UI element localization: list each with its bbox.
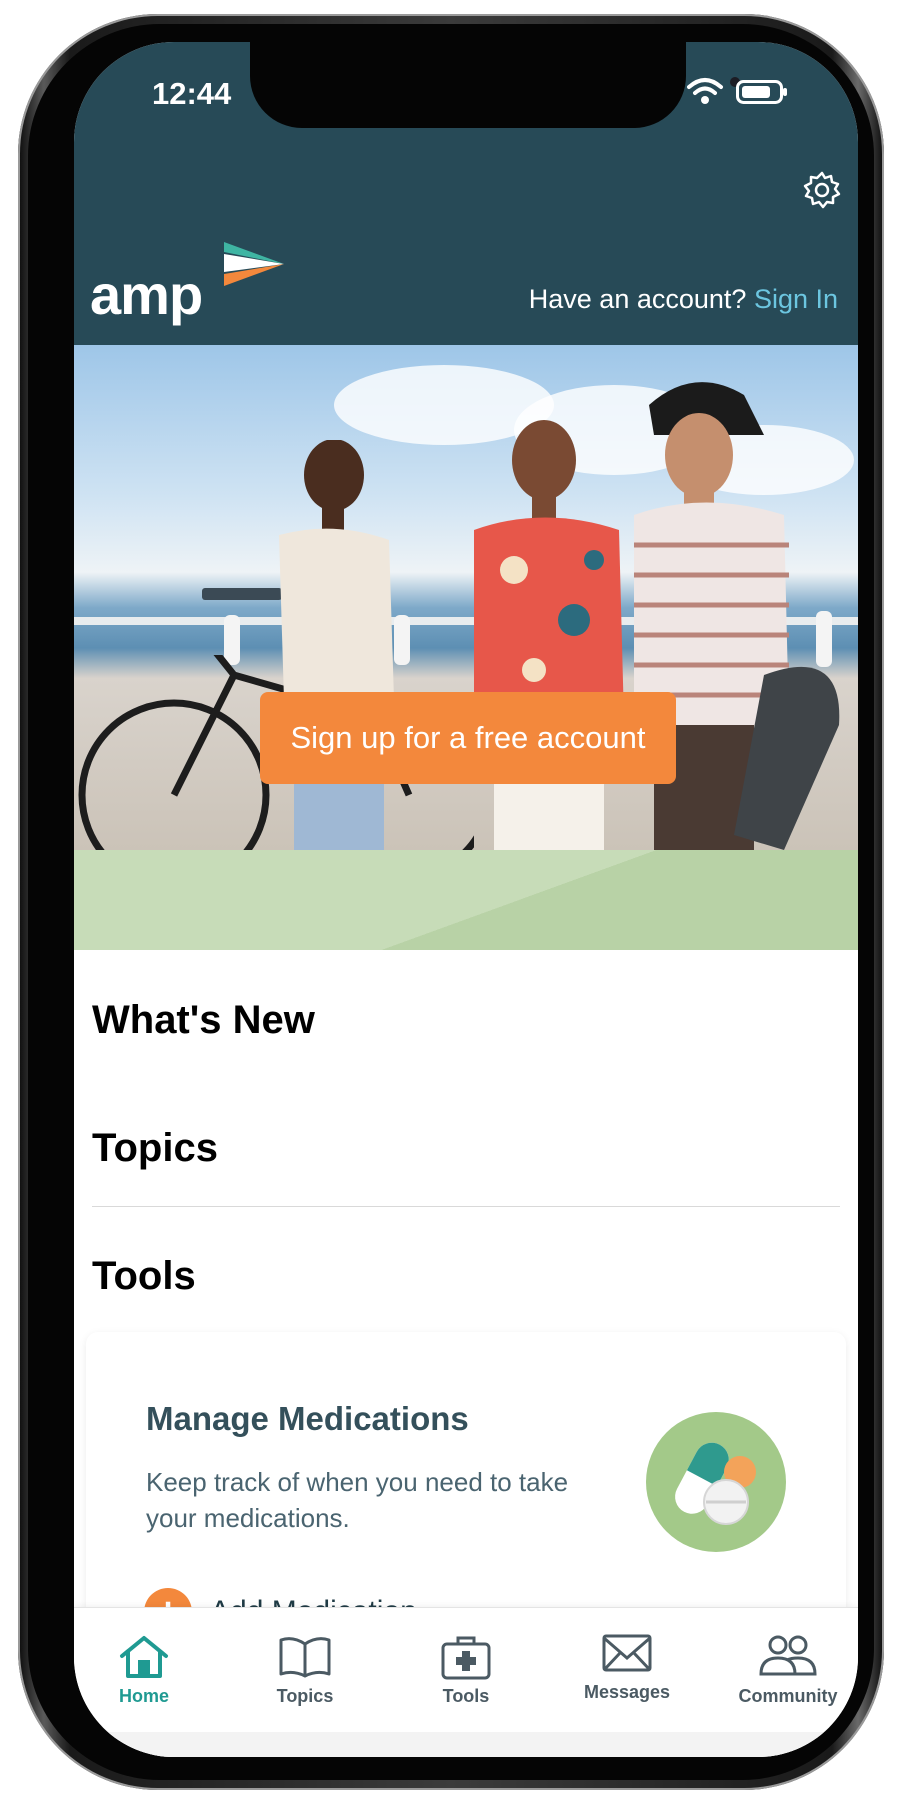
decorative-band bbox=[74, 850, 858, 950]
home-indicator-area bbox=[74, 1732, 858, 1757]
device-notch bbox=[250, 42, 740, 128]
sign-in-link[interactable]: Sign In bbox=[754, 284, 838, 314]
tab-community-label: Community bbox=[738, 1686, 838, 1706]
tab-tools-label: Tools bbox=[442, 1686, 490, 1706]
status-time: 12:44 bbox=[152, 76, 232, 111]
book-icon bbox=[279, 1637, 331, 1678]
whats-new-heading[interactable]: What's New bbox=[92, 998, 315, 1043]
tab-topics[interactable]: Topics bbox=[235, 1634, 375, 1707]
app-header: 12:44 amp Have an account? Sign In bbox=[74, 42, 858, 345]
logo-arrow-icon bbox=[224, 242, 284, 286]
logo-text: amp bbox=[90, 263, 203, 326]
tab-home-label: Home bbox=[118, 1686, 169, 1706]
home-icon bbox=[120, 1636, 168, 1678]
tab-messages-label: Messages bbox=[583, 1682, 671, 1702]
sign-in-prompt: Have an account? Sign In bbox=[529, 284, 838, 315]
tab-home[interactable]: Home bbox=[74, 1634, 214, 1707]
section-divider bbox=[92, 1206, 840, 1207]
account-prompt-text: Have an account? bbox=[528, 284, 747, 314]
people-icon bbox=[759, 1635, 817, 1676]
card-title: Manage Medications bbox=[146, 1400, 469, 1437]
gear-icon[interactable] bbox=[802, 170, 842, 210]
tab-messages[interactable]: Messages bbox=[557, 1632, 697, 1703]
app-screen: 12:44 amp Have an account? Sign In Sign … bbox=[74, 42, 858, 1757]
tools-heading[interactable]: Tools bbox=[92, 1254, 196, 1299]
tab-tools[interactable]: Tools bbox=[396, 1634, 536, 1707]
battery-icon bbox=[736, 80, 787, 104]
tab-topics-label: Topics bbox=[276, 1686, 334, 1706]
card-description: Keep track of when you need to take your… bbox=[146, 1467, 569, 1533]
envelope-icon bbox=[602, 1634, 652, 1672]
amp-logo: amp bbox=[90, 242, 290, 332]
sign-up-button[interactable]: Sign up for a free account bbox=[260, 692, 676, 784]
tab-community[interactable]: Community bbox=[718, 1634, 858, 1707]
topics-heading[interactable]: Topics bbox=[92, 1126, 218, 1171]
wifi-icon bbox=[687, 78, 723, 104]
pill-icon bbox=[646, 1412, 786, 1552]
person-1-shape bbox=[279, 440, 394, 850]
first-aid-kit-icon bbox=[441, 1636, 491, 1680]
